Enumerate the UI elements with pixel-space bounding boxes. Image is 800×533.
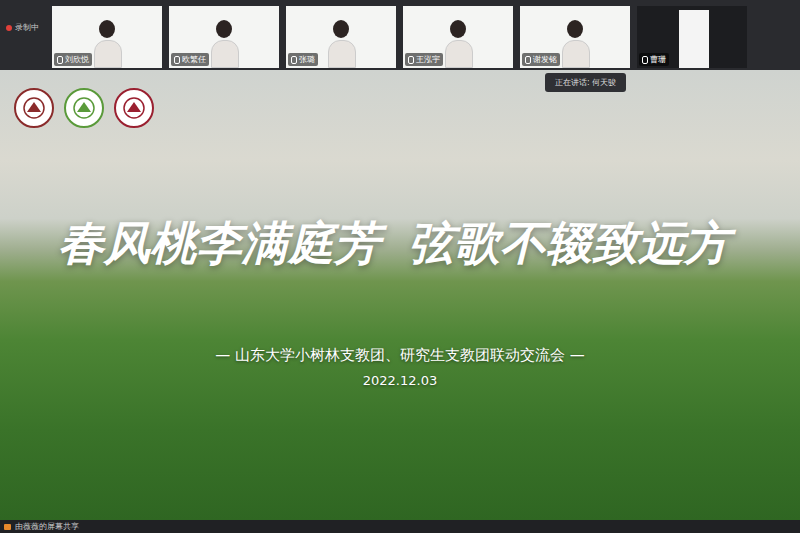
organization-logo-icon [64,88,104,128]
participant-name: 曹珊 [639,53,669,66]
video-frame [562,20,588,68]
video-frame [445,20,471,68]
shared-slide: 春风桃李满庭芳弦歌不辍致远方 — 山东大学小树林支教团、研究生支教团联动交流会 —… [0,70,800,520]
organization-logo-icon [114,88,154,128]
recording-indicator: 录制中 [0,22,52,33]
microphone-icon [174,56,180,64]
participant-tile[interactable]: 刘欣悦 [52,6,162,68]
slide-date: 2022.12.03 [0,373,800,388]
person-body [211,40,239,68]
person-head [567,20,583,38]
name-text: 张璐 [299,54,315,65]
video-frame [328,20,354,68]
person-body [94,40,122,68]
participant-tile[interactable]: 谢发铭 [520,6,630,68]
person-body [328,40,356,68]
participant-tile[interactable]: 曹珊 [637,6,747,68]
person-head [216,20,232,38]
name-text: 刘欣悦 [65,54,89,65]
video-frame [94,20,120,68]
status-text: 由薇薇的屏幕共享 [15,521,79,532]
person-head [333,20,349,38]
participant-bar: 录制中刘欣悦 欧繁任 张璐 王泓宇 谢发铭 曹珊 [0,0,800,70]
participant-tiles: 刘欣悦 欧繁任 张璐 王泓宇 谢发铭 曹珊 [52,2,747,68]
name-text: 欧繁任 [182,54,206,65]
video-frame [679,10,709,68]
speaking-tooltip: 正在讲话: 何天骏 [545,73,626,92]
title-left: 春风桃李满庭芳 [58,214,380,274]
participant-name: 谢发铭 [522,53,560,66]
microphone-icon [525,56,531,64]
microphone-icon [642,56,648,64]
name-text: 王泓宇 [416,54,440,65]
slide-title: 春风桃李满庭芳弦歌不辍致远方 [0,214,800,274]
microphone-icon [408,56,414,64]
person-body [562,40,590,68]
screen-share-icon [4,524,11,530]
title-right: 弦歌不辍致远方 [408,214,730,274]
name-text: 谢发铭 [533,54,557,65]
person-head [450,20,466,38]
name-text: 曹珊 [650,54,666,65]
participant-name: 张璐 [288,53,318,66]
participant-tile[interactable]: 张璐 [286,6,396,68]
slide-subtitle: — 山东大学小树林支教团、研究生支教团联动交流会 — [0,346,800,365]
participant-name: 王泓宇 [405,53,443,66]
participant-tile[interactable]: 欧繁任 [169,6,279,68]
participant-tile[interactable]: 王泓宇 [403,6,513,68]
status-bar: 由薇薇的屏幕共享 [0,520,800,533]
person-head [99,20,115,38]
person-body [445,40,473,68]
video-frame [211,20,237,68]
logo-row [0,70,800,128]
recording-dot-icon [6,25,12,31]
organization-logo-icon [14,88,54,128]
microphone-icon [57,56,63,64]
microphone-icon [291,56,297,64]
participant-name: 刘欣悦 [54,53,92,66]
recording-label: 录制中 [15,22,39,33]
participant-name: 欧繁任 [171,53,209,66]
